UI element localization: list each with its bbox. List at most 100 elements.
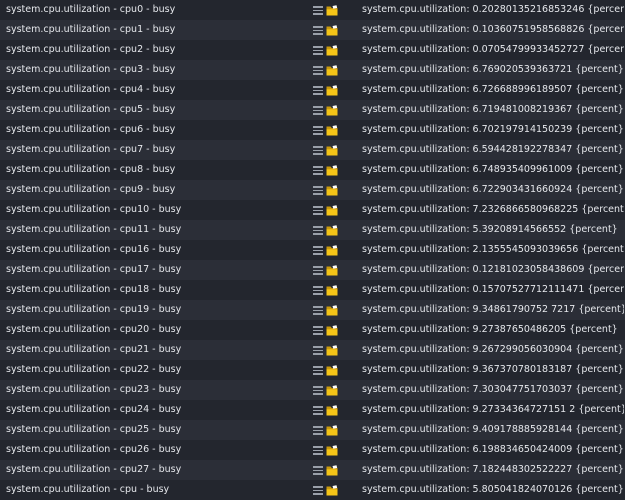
menu-icon[interactable]: [313, 386, 323, 395]
menu-icon[interactable]: [313, 86, 323, 95]
metric-row[interactable]: system.cpu.utilization - cpu17 - busy sy…: [0, 260, 625, 280]
row-actions: [313, 145, 339, 156]
metric-row[interactable]: system.cpu.utilization - cpu23 - busy sy…: [0, 380, 625, 400]
folder-icon[interactable]: [326, 305, 338, 316]
menu-icon[interactable]: [313, 6, 323, 15]
folder-icon[interactable]: [326, 25, 338, 36]
folder-icon[interactable]: [326, 165, 338, 176]
metric-value: system.cpu.utilization: 7.18244830252222…: [362, 464, 624, 475]
metric-value: system.cpu.utilization: 9.27334364727151…: [362, 404, 624, 415]
metric-value: system.cpu.utilization: 0.20280135216853…: [362, 4, 624, 15]
menu-icon[interactable]: [313, 166, 323, 175]
metric-row[interactable]: system.cpu.utilization - cpu1 - busy sys…: [0, 20, 625, 40]
folder-icon[interactable]: [326, 205, 338, 216]
menu-icon[interactable]: [313, 406, 323, 415]
metric-value: system.cpu.utilization: 7.30304775170303…: [362, 384, 624, 395]
folder-icon[interactable]: [326, 145, 338, 156]
metric-value: system.cpu.utilization: 6.19883465042400…: [362, 444, 624, 455]
metric-row[interactable]: system.cpu.utilization - cpu26 - busy sy…: [0, 440, 625, 460]
metric-name: system.cpu.utilization - cpu25 - busy: [6, 424, 182, 435]
menu-icon[interactable]: [313, 126, 323, 135]
row-actions: [313, 305, 339, 316]
metric-name: system.cpu.utilization - cpu11 - busy: [6, 224, 182, 235]
folder-icon[interactable]: [326, 345, 338, 356]
metric-row[interactable]: system.cpu.utilization - cpu2 - busy sys…: [0, 40, 625, 60]
metric-row[interactable]: system.cpu.utilization - cpu16 - busy sy…: [0, 240, 625, 260]
menu-icon[interactable]: [313, 186, 323, 195]
metric-row[interactable]: system.cpu.utilization - cpu9 - busy sys…: [0, 180, 625, 200]
menu-icon[interactable]: [313, 146, 323, 155]
metric-name: system.cpu.utilization - cpu5 - busy: [6, 104, 176, 115]
menu-icon[interactable]: [313, 46, 323, 55]
row-actions: [313, 425, 339, 436]
folder-icon[interactable]: [326, 125, 338, 136]
menu-icon[interactable]: [313, 486, 323, 495]
folder-icon[interactable]: [326, 465, 338, 476]
folder-icon[interactable]: [326, 485, 338, 496]
metric-row[interactable]: system.cpu.utilization - cpu7 - busy sys…: [0, 140, 625, 160]
folder-icon[interactable]: [326, 65, 338, 76]
metric-value: system.cpu.utilization: 5.80504182407012…: [362, 484, 624, 495]
folder-icon[interactable]: [326, 265, 338, 276]
folder-icon[interactable]: [326, 445, 338, 456]
folder-icon[interactable]: [326, 85, 338, 96]
row-actions: [313, 485, 339, 496]
metric-name: system.cpu.utilization - cpu10 - busy: [6, 204, 182, 215]
menu-icon[interactable]: [313, 366, 323, 375]
folder-icon[interactable]: [326, 225, 338, 236]
menu-icon[interactable]: [313, 66, 323, 75]
menu-icon[interactable]: [313, 426, 323, 435]
row-actions: [313, 265, 339, 276]
metric-list: system.cpu.utilization - cpu0 - busy sys…: [0, 0, 625, 500]
folder-icon[interactable]: [326, 425, 338, 436]
metric-value: system.cpu.utilization: 9.40917888592814…: [362, 424, 624, 435]
metric-value: system.cpu.utilization: 0.07054799933452…: [362, 44, 624, 55]
metric-row[interactable]: system.cpu.utilization - cpu25 - busy sy…: [0, 420, 625, 440]
menu-icon[interactable]: [313, 106, 323, 115]
metric-row[interactable]: system.cpu.utilization - cpu20 - busy sy…: [0, 320, 625, 340]
menu-icon[interactable]: [313, 226, 323, 235]
folder-icon[interactable]: [326, 45, 338, 56]
folder-icon[interactable]: [326, 285, 338, 296]
metric-value: system.cpu.utilization: 9.27387650486205…: [362, 324, 618, 335]
metric-row[interactable]: system.cpu.utilization - cpu18 - busy sy…: [0, 280, 625, 300]
menu-icon[interactable]: [313, 306, 323, 315]
menu-icon[interactable]: [313, 326, 323, 335]
metric-row[interactable]: system.cpu.utilization - cpu19 - busy sy…: [0, 300, 625, 320]
folder-icon[interactable]: [326, 405, 338, 416]
metric-row[interactable]: system.cpu.utilization - cpu27 - busy sy…: [0, 460, 625, 480]
folder-icon[interactable]: [326, 365, 338, 376]
folder-icon[interactable]: [326, 385, 338, 396]
folder-icon[interactable]: [326, 245, 338, 256]
metric-row[interactable]: system.cpu.utilization - cpu10 - busy sy…: [0, 200, 625, 220]
folder-icon[interactable]: [326, 5, 338, 16]
metric-name: system.cpu.utilization - cpu24 - busy: [6, 404, 182, 415]
metric-value: system.cpu.utilization: 0.15707527712111…: [362, 284, 624, 295]
folder-icon[interactable]: [326, 105, 338, 116]
metric-row[interactable]: system.cpu.utilization - cpu5 - busy sys…: [0, 100, 625, 120]
metric-row[interactable]: system.cpu.utilization - cpu4 - busy sys…: [0, 80, 625, 100]
folder-icon[interactable]: [326, 185, 338, 196]
menu-icon[interactable]: [313, 446, 323, 455]
metric-row[interactable]: system.cpu.utilization - cpu22 - busy sy…: [0, 360, 625, 380]
row-actions: [313, 185, 339, 196]
folder-icon[interactable]: [326, 325, 338, 336]
menu-icon[interactable]: [313, 206, 323, 215]
menu-icon[interactable]: [313, 286, 323, 295]
menu-icon[interactable]: [313, 346, 323, 355]
metric-row[interactable]: system.cpu.utilization - cpu24 - busy sy…: [0, 400, 625, 420]
metric-row[interactable]: system.cpu.utilization - cpu8 - busy sys…: [0, 160, 625, 180]
metric-row[interactable]: system.cpu.utilization - cpu11 - busy sy…: [0, 220, 625, 240]
menu-icon[interactable]: [313, 266, 323, 275]
menu-icon[interactable]: [313, 246, 323, 255]
metric-row[interactable]: system.cpu.utilization - cpu21 - busy sy…: [0, 340, 625, 360]
metric-name: system.cpu.utilization - cpu20 - busy: [6, 324, 182, 335]
metric-row[interactable]: system.cpu.utilization - cpu - busy syst…: [0, 480, 625, 500]
menu-icon[interactable]: [313, 466, 323, 475]
metric-value: system.cpu.utilization: 6.72290343166092…: [362, 184, 624, 195]
metric-row[interactable]: system.cpu.utilization - cpu0 - busy sys…: [0, 0, 625, 20]
metric-row[interactable]: system.cpu.utilization - cpu6 - busy sys…: [0, 120, 625, 140]
metric-name: system.cpu.utilization - cpu26 - busy: [6, 444, 182, 455]
metric-row[interactable]: system.cpu.utilization - cpu3 - busy sys…: [0, 60, 625, 80]
menu-icon[interactable]: [313, 26, 323, 35]
